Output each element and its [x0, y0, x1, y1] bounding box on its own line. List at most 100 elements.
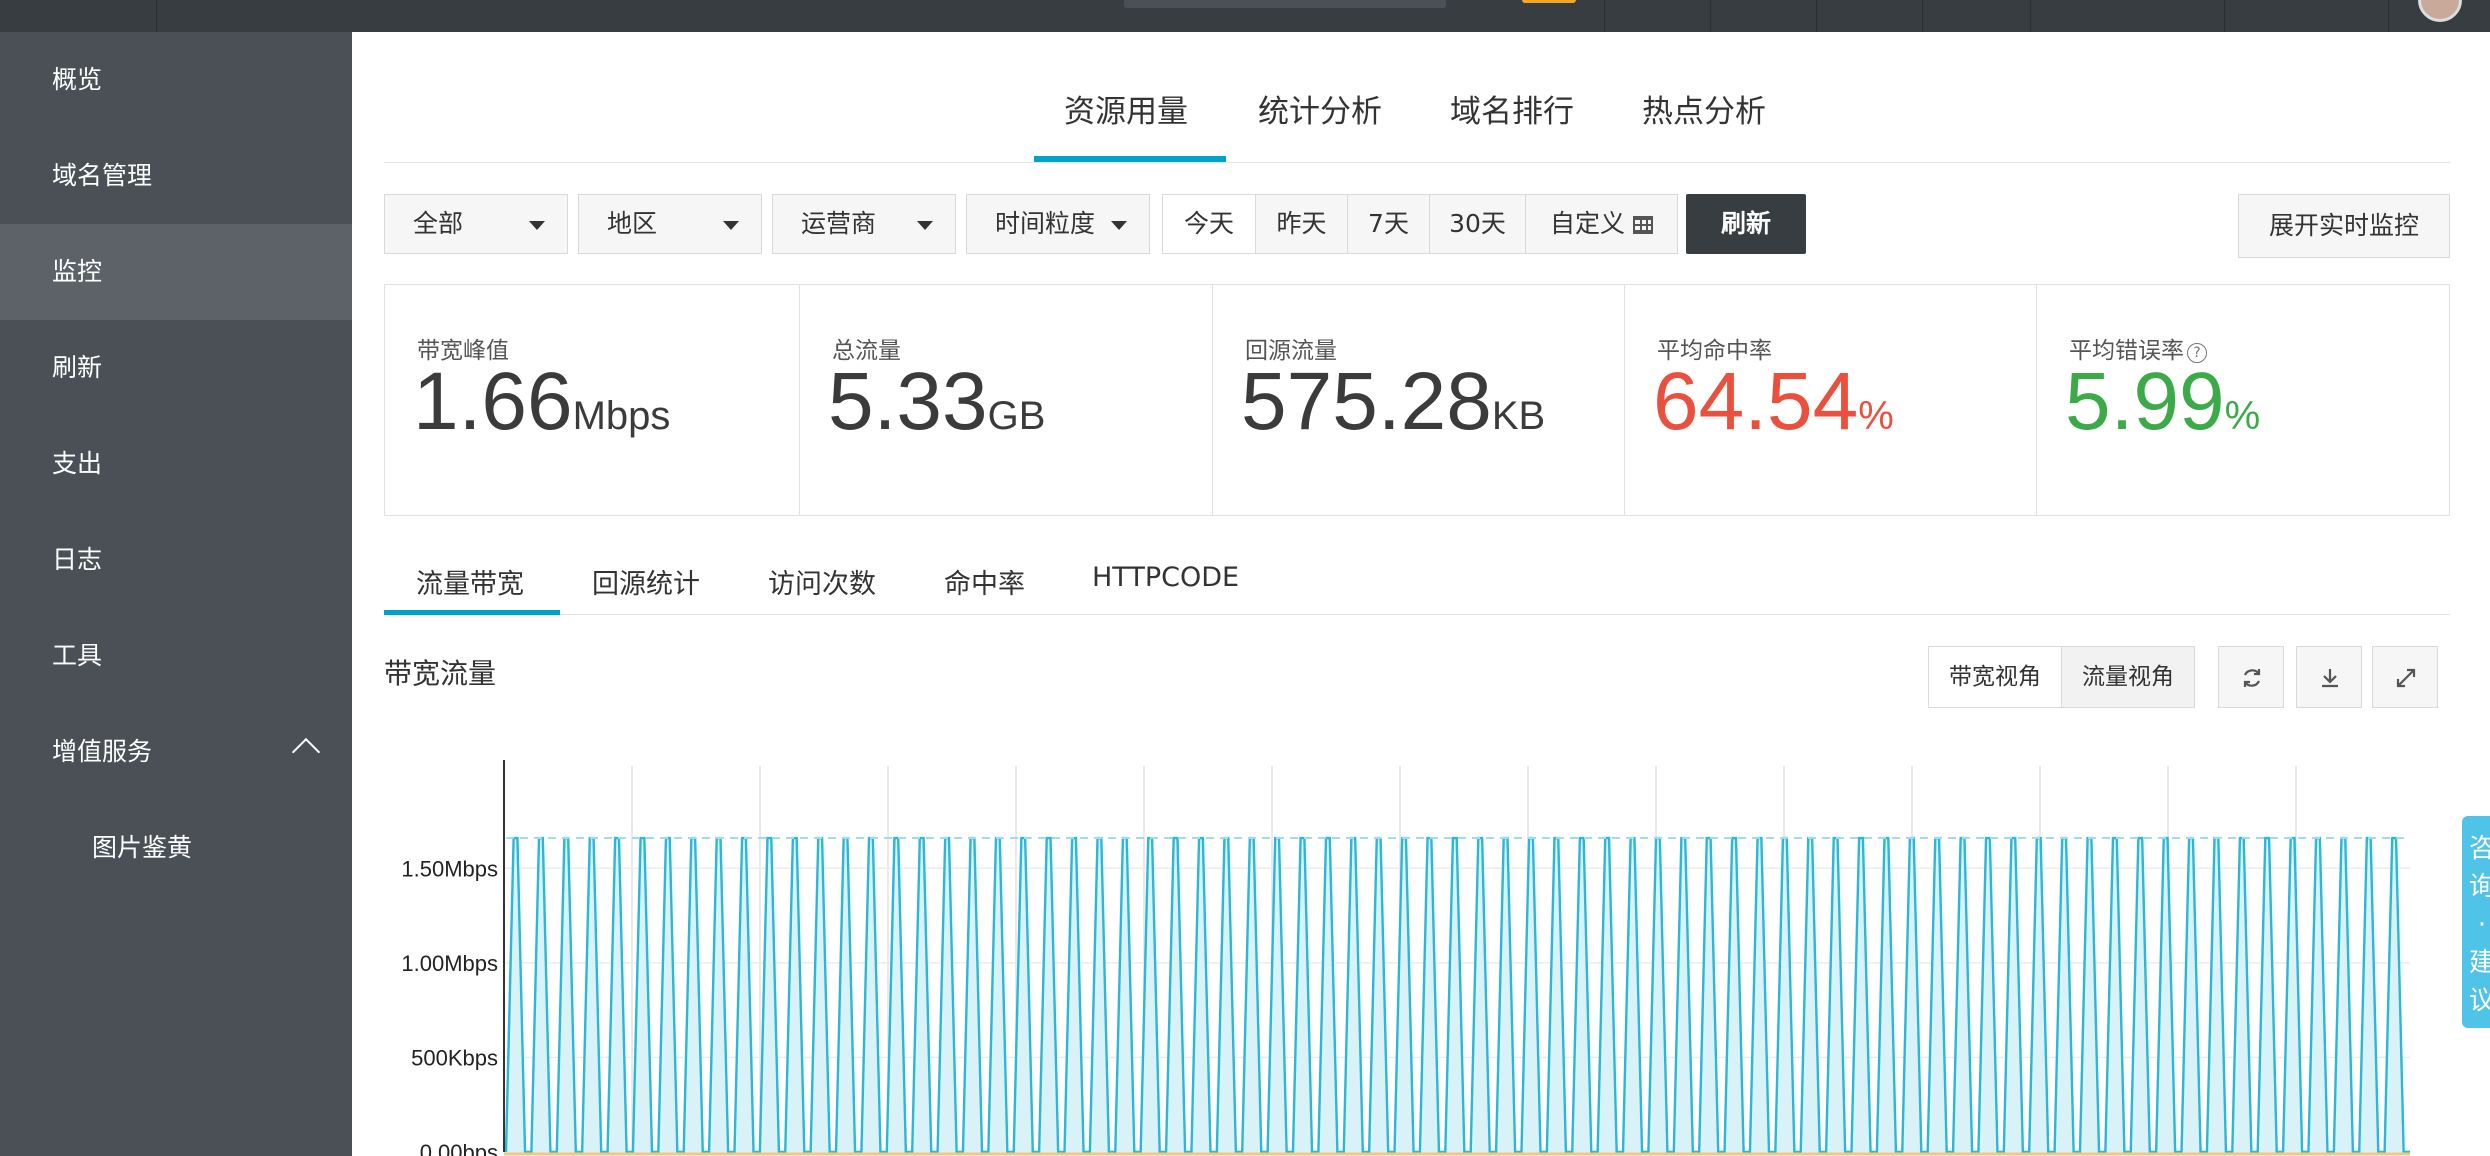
stat-unit: KB [1491, 394, 1546, 438]
topbar-divider [2224, 0, 2225, 32]
topbar-divider [1604, 0, 1605, 32]
stat-number: 5.33 [828, 356, 988, 447]
y-tick-label: 500Kbps [411, 1045, 498, 1070]
sidebar-item-label: 增值服务 [52, 737, 153, 766]
sidebar-item-overview[interactable]: 概览 [0, 32, 352, 128]
region-select-value: 地区 [607, 209, 658, 238]
y-tick-label: 1.00Mbps [401, 951, 498, 976]
sidebar-item-monitor[interactable]: 监控 [0, 224, 352, 320]
y-tick-label: 1.50Mbps [401, 856, 498, 881]
topbar-divider [1816, 0, 1817, 32]
stat-value: 64.54% [1653, 355, 1894, 449]
active-subtab-indicator [384, 610, 560, 615]
stat-number: 1.66 [413, 356, 573, 447]
feedback-char: 咨 [2468, 834, 2490, 864]
range-7d-button[interactable]: 7天 [1347, 195, 1429, 253]
feedback-char: · [2477, 910, 2487, 940]
tab-statistics[interactable]: 统计分析 [1258, 86, 1382, 131]
stat-number: 5.99 [2065, 356, 2225, 447]
range-custom-label: 自定义 [1549, 209, 1625, 238]
topbar-divider [1710, 0, 1711, 32]
global-search-input[interactable] [1124, 0, 1446, 8]
stats-panel: 带宽峰值 1.66Mbps 总流量 5.33GB 回源流量 575.28KB 平… [384, 284, 2450, 516]
sidebar-item-logs[interactable]: 日志 [0, 512, 352, 608]
tabs-divider [384, 162, 2450, 163]
sidebar-item-label: 刷新 [52, 353, 103, 382]
tab-request-count[interactable]: 访问次数 [768, 562, 876, 601]
stat-unit: % [2224, 394, 2261, 438]
sidebar-item-label: 支出 [52, 449, 103, 478]
notification-badge[interactable] [1522, 0, 1576, 3]
granularity-select[interactable]: 时间粒度 [966, 194, 1150, 254]
expand-icon [2396, 668, 2416, 688]
refresh-icon [2243, 669, 2261, 687]
sidebar: 概览 域名管理 监控 刷新 支出 日志 工具 增值服务 图片鉴黄 [0, 32, 352, 1156]
chevron-up-icon [291, 737, 321, 767]
caret-down-icon [1111, 221, 1127, 230]
feedback-widget[interactable]: 咨询 · 建议 [2462, 816, 2490, 1028]
stat-hit-rate: 平均命中率 64.54% [1624, 285, 2036, 515]
sidebar-item-label: 域名管理 [52, 161, 153, 190]
isp-select-value: 运营商 [801, 209, 877, 238]
sidebar-item-label: 概览 [52, 65, 103, 94]
topbar-divider [2388, 0, 2389, 32]
stat-unit: GB [987, 394, 1046, 438]
stat-number: 575.28 [1241, 356, 1492, 447]
view-toggle-group: 带宽视角 流量视角 [1928, 646, 2195, 708]
bandwidth-chart: 0.00bps 500Kbps 1.00Mbps 1.50Mbps [401, 760, 2410, 1156]
range-today-button[interactable]: 今天 [1163, 195, 1255, 253]
granularity-select-value: 时间粒度 [995, 209, 1096, 238]
tab-traffic-bandwidth[interactable]: 流量带宽 [416, 562, 524, 601]
stat-unit: Mbps [572, 394, 671, 438]
stat-unit: % [1858, 394, 1894, 438]
download-icon [2322, 669, 2338, 688]
scope-select[interactable]: 全部 [384, 194, 568, 254]
tab-origin-stats[interactable]: 回源统计 [592, 562, 700, 601]
stat-value: 1.66Mbps [413, 355, 670, 449]
tab-httpcode[interactable]: HTTPCODE [1092, 562, 1239, 593]
tab-hotspot-analysis[interactable]: 热点分析 [1642, 86, 1766, 131]
sidebar-item-domain-management[interactable]: 域名管理 [0, 128, 352, 224]
y-tick-label: 0.00bps [420, 1140, 498, 1156]
tab-domain-ranking[interactable]: 域名排行 [1450, 86, 1574, 131]
feedback-char: 议 [2468, 986, 2490, 1016]
refresh-button[interactable]: 刷新 [1686, 194, 1806, 254]
sidebar-item-tools[interactable]: 工具 [0, 608, 352, 704]
stat-value: 5.99% [2065, 355, 2260, 449]
bandwidth-view-button[interactable]: 带宽视角 [1929, 647, 2061, 707]
avatar[interactable] [2418, 0, 2462, 22]
sidebar-item-label: 图片鉴黄 [92, 833, 193, 862]
topbar-divider [156, 0, 157, 32]
stat-value: 5.33GB [828, 355, 1045, 449]
region-select[interactable]: 地区 [578, 194, 762, 254]
stat-value: 575.28KB [1241, 355, 1545, 449]
download-chart-button[interactable] [2296, 646, 2362, 708]
sidebar-item-image-moderation[interactable]: 图片鉴黄 [0, 800, 352, 896]
scope-select-value: 全部 [413, 209, 464, 238]
feedback-char: 建 [2468, 948, 2490, 978]
stat-bandwidth-peak: 带宽峰值 1.66Mbps [385, 285, 799, 515]
traffic-view-button[interactable]: 流量视角 [2061, 647, 2194, 707]
time-range-group: 今天 昨天 7天 30天 自定义 [1162, 194, 1678, 254]
sidebar-item-label: 工具 [52, 641, 103, 670]
expand-realtime-monitor-button[interactable]: 展开实时监控 [2238, 194, 2450, 258]
feedback-char: 询 [2468, 872, 2490, 902]
calendar-icon [1633, 216, 1653, 234]
reload-chart-button[interactable] [2218, 646, 2284, 708]
tab-hit-rate[interactable]: 命中率 [944, 562, 1025, 601]
sidebar-item-value-added-services[interactable]: 增值服务 [0, 704, 352, 800]
sidebar-item-billing[interactable]: 支出 [0, 416, 352, 512]
range-custom-button[interactable]: 自定义 [1525, 195, 1677, 253]
sidebar-item-label: 日志 [52, 545, 103, 574]
chart-tabs: 流量带宽 回源统计 访问次数 命中率 HTTPCODE [384, 548, 2450, 615]
caret-down-icon [723, 221, 739, 230]
tab-resource-usage[interactable]: 资源用量 [1064, 86, 1188, 131]
range-yesterday-button[interactable]: 昨天 [1255, 195, 1347, 253]
top-tabs: 资源用量 统计分析 域名排行 热点分析 [352, 32, 2490, 163]
isp-select[interactable]: 运营商 [772, 194, 956, 254]
sidebar-item-refresh[interactable]: 刷新 [0, 320, 352, 416]
caret-down-icon [529, 221, 545, 230]
range-30d-button[interactable]: 30天 [1429, 195, 1525, 253]
fullscreen-chart-button[interactable] [2372, 646, 2438, 708]
caret-down-icon [917, 221, 933, 230]
